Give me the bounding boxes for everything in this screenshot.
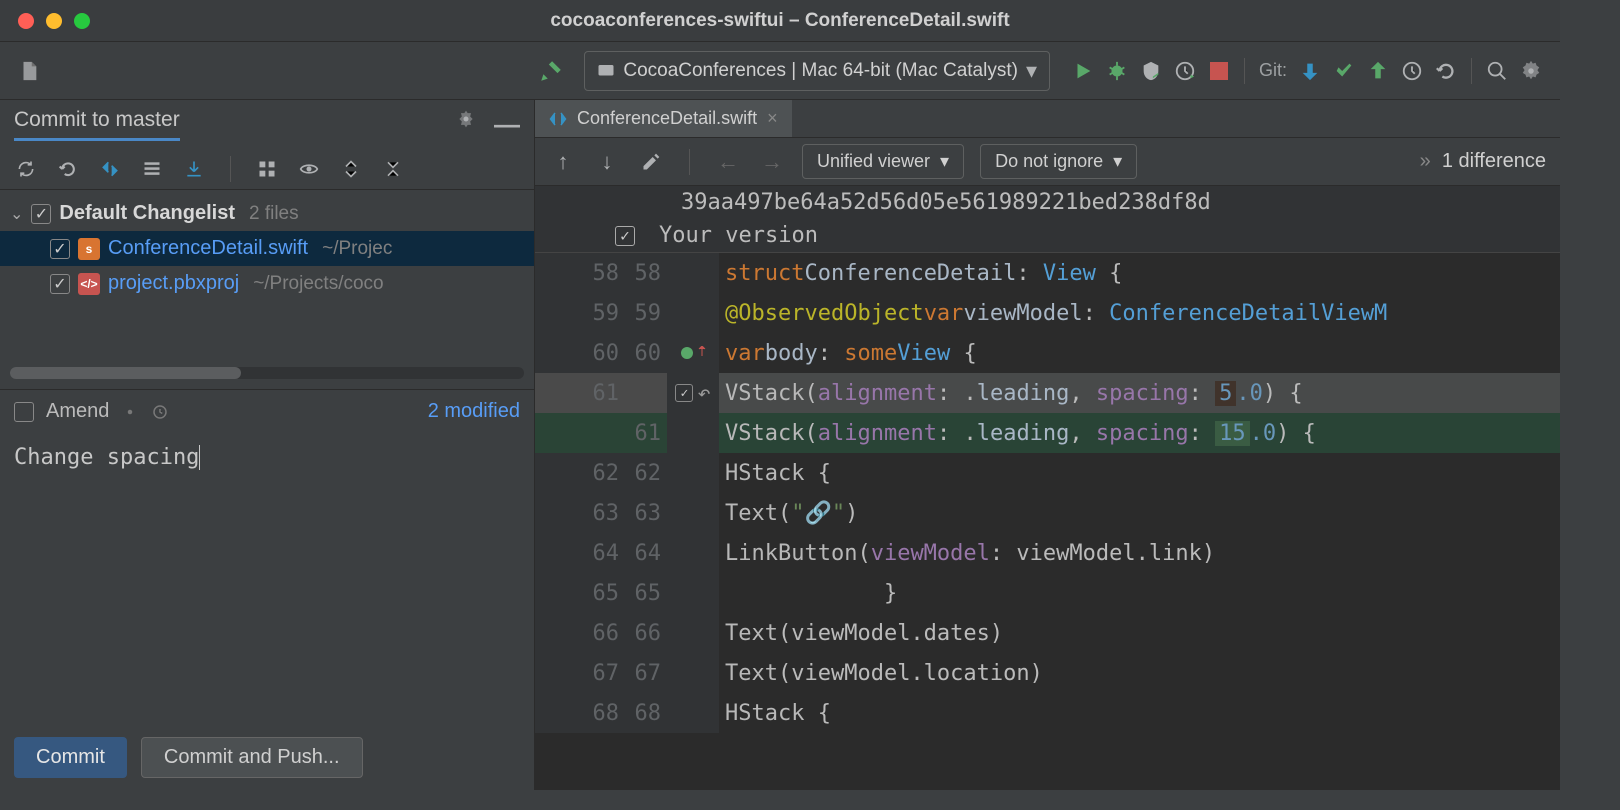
diff-toolbar: ↑ ↓ ← → Unified viewer ▾ Do not ignore ▾… [535, 138, 1560, 186]
minimize-icon[interactable]: — [494, 109, 520, 140]
chevron-down-icon[interactable]: ⌄ [10, 204, 23, 224]
commit-panel: Commit to master — ⌄ ✓ Def [0, 100, 535, 790]
swift-file-icon: s [78, 238, 100, 260]
chevron-down-icon: ▾ [1113, 151, 1122, 172]
file-icon[interactable] [12, 54, 46, 88]
your-version-label: Your version [659, 223, 818, 248]
gear-icon[interactable] [456, 109, 476, 140]
horizontal-scrollbar[interactable] [10, 367, 524, 379]
main-toolbar: CocoaConferences | Mac 64-bit (Mac Catal… [0, 42, 1560, 100]
commit-toolbar [0, 149, 534, 190]
group-icon[interactable] [253, 155, 281, 183]
next-diff-icon[interactable]: ↓ [593, 145, 621, 179]
commit-panel-title: Commit to master [14, 108, 180, 141]
file-row[interactable]: ✓ </> project.pbxproj ~/Projects/coco [0, 266, 534, 301]
checkbox[interactable]: ✓ [50, 274, 70, 294]
changelist-icon[interactable] [138, 155, 166, 183]
editor-tabs: ConferenceDetail.swift × [535, 100, 1560, 138]
run-config-label: CocoaConferences | Mac 64-bit (Mac Catal… [623, 60, 1018, 82]
commit-and-push-button[interactable]: Commit and Push... [141, 737, 363, 778]
expand-icon[interactable] [337, 155, 365, 183]
gear-settings-icon[interactable] [1514, 54, 1548, 88]
file-name: ConferenceDetail.swift [108, 237, 308, 260]
tab-label: ConferenceDetail.swift [577, 108, 757, 129]
git-push-icon[interactable] [1361, 54, 1395, 88]
separator [1471, 58, 1472, 84]
file-name: project.pbxproj [108, 272, 239, 295]
diff-count: » 1 difference [1420, 150, 1546, 173]
window-controls [18, 13, 90, 29]
commit-button[interactable]: Commit [14, 737, 127, 778]
file-path: ~/Projects/coco [253, 273, 383, 295]
git-rollback-icon[interactable] [1429, 54, 1463, 88]
checkbox[interactable]: ✓ [615, 226, 635, 246]
run-icon[interactable] [1066, 54, 1100, 88]
your-version-row: ✓ Your version [535, 219, 1560, 253]
search-icon[interactable] [1480, 54, 1514, 88]
close-tab-icon[interactable]: × [767, 108, 778, 129]
separator [689, 149, 690, 175]
git-history-icon[interactable] [1395, 54, 1429, 88]
stop-icon[interactable] [1202, 54, 1236, 88]
diff-tab-icon [549, 110, 567, 128]
changelist-node[interactable]: ⌄ ✓ Default Changelist 2 files [0, 196, 534, 231]
titlebar: cocoaconferences-swiftui – ConferenceDet… [0, 0, 1560, 42]
project-file-icon: </> [78, 273, 100, 295]
coverage-icon[interactable] [1134, 54, 1168, 88]
file-count: 2 files [249, 203, 299, 225]
main-area: Commit to master — ⌄ ✓ Def [0, 100, 1560, 790]
diff-icon[interactable] [96, 155, 124, 183]
rollback-icon[interactable] [54, 155, 82, 183]
amend-checkbox[interactable] [14, 402, 34, 422]
git-update-icon[interactable] [1293, 54, 1327, 88]
chevron-down-icon: ▾ [940, 151, 949, 172]
close-window[interactable] [18, 13, 34, 29]
window-title: cocoaconferences-swiftui – ConferenceDet… [550, 10, 1009, 32]
commit-hash: 39aa497be64a52d56d05e561989221bed238df8d [535, 186, 1560, 219]
viewer-mode-select[interactable]: Unified viewer ▾ [802, 144, 964, 179]
commit-message-input[interactable]: Change spacing [0, 433, 534, 725]
forward-icon[interactable]: → [758, 145, 786, 179]
checkbox[interactable]: ✓ [50, 239, 70, 259]
minimize-window[interactable] [46, 13, 62, 29]
separator [1244, 58, 1245, 84]
checkbox[interactable]: ✓ [31, 204, 51, 224]
gear-icon[interactable] [121, 403, 139, 421]
hammer-build-icon[interactable] [534, 54, 568, 88]
editor-tab[interactable]: ConferenceDetail.swift × [535, 100, 792, 137]
commit-panel-header: Commit to master — [0, 100, 534, 149]
maximize-window[interactable] [74, 13, 90, 29]
amend-label: Amend [46, 400, 109, 423]
view-options-icon[interactable] [295, 155, 323, 183]
file-path: ~/Projec [322, 238, 392, 260]
modified-count[interactable]: 2 modified [428, 400, 520, 423]
refresh-icon[interactable] [12, 155, 40, 183]
profile-icon[interactable] [1168, 54, 1202, 88]
chevron-down-icon: ▾ [1026, 58, 1037, 84]
commit-buttons: Commit Commit and Push... [0, 725, 534, 790]
ignore-mode-select[interactable]: Do not ignore ▾ [980, 144, 1137, 179]
code-diff-view[interactable]: 5858 struct ConferenceDetail: View { 595… [535, 253, 1560, 733]
file-row[interactable]: ✓ s ConferenceDetail.swift ~/Projec [0, 231, 534, 266]
amend-row: Amend 2 modified [0, 389, 534, 433]
history-icon[interactable] [151, 403, 169, 421]
changelist-label: Default Changelist [59, 202, 235, 225]
edit-icon[interactable] [637, 145, 665, 179]
git-label: Git: [1259, 60, 1287, 81]
collapse-icon[interactable] [379, 155, 407, 183]
debug-icon[interactable] [1100, 54, 1134, 88]
git-commit-icon[interactable] [1327, 54, 1361, 88]
prev-diff-icon[interactable]: ↑ [549, 145, 577, 179]
run-config-selector[interactable]: CocoaConferences | Mac 64-bit (Mac Catal… [584, 51, 1050, 91]
changes-tree: ⌄ ✓ Default Changelist 2 files ✓ s Confe… [0, 190, 534, 307]
editor-panel: ConferenceDetail.swift × ↑ ↓ ← → Unified… [535, 100, 1560, 790]
separator [230, 156, 231, 182]
shelve-icon[interactable] [180, 155, 208, 183]
back-icon[interactable]: ← [714, 145, 742, 179]
